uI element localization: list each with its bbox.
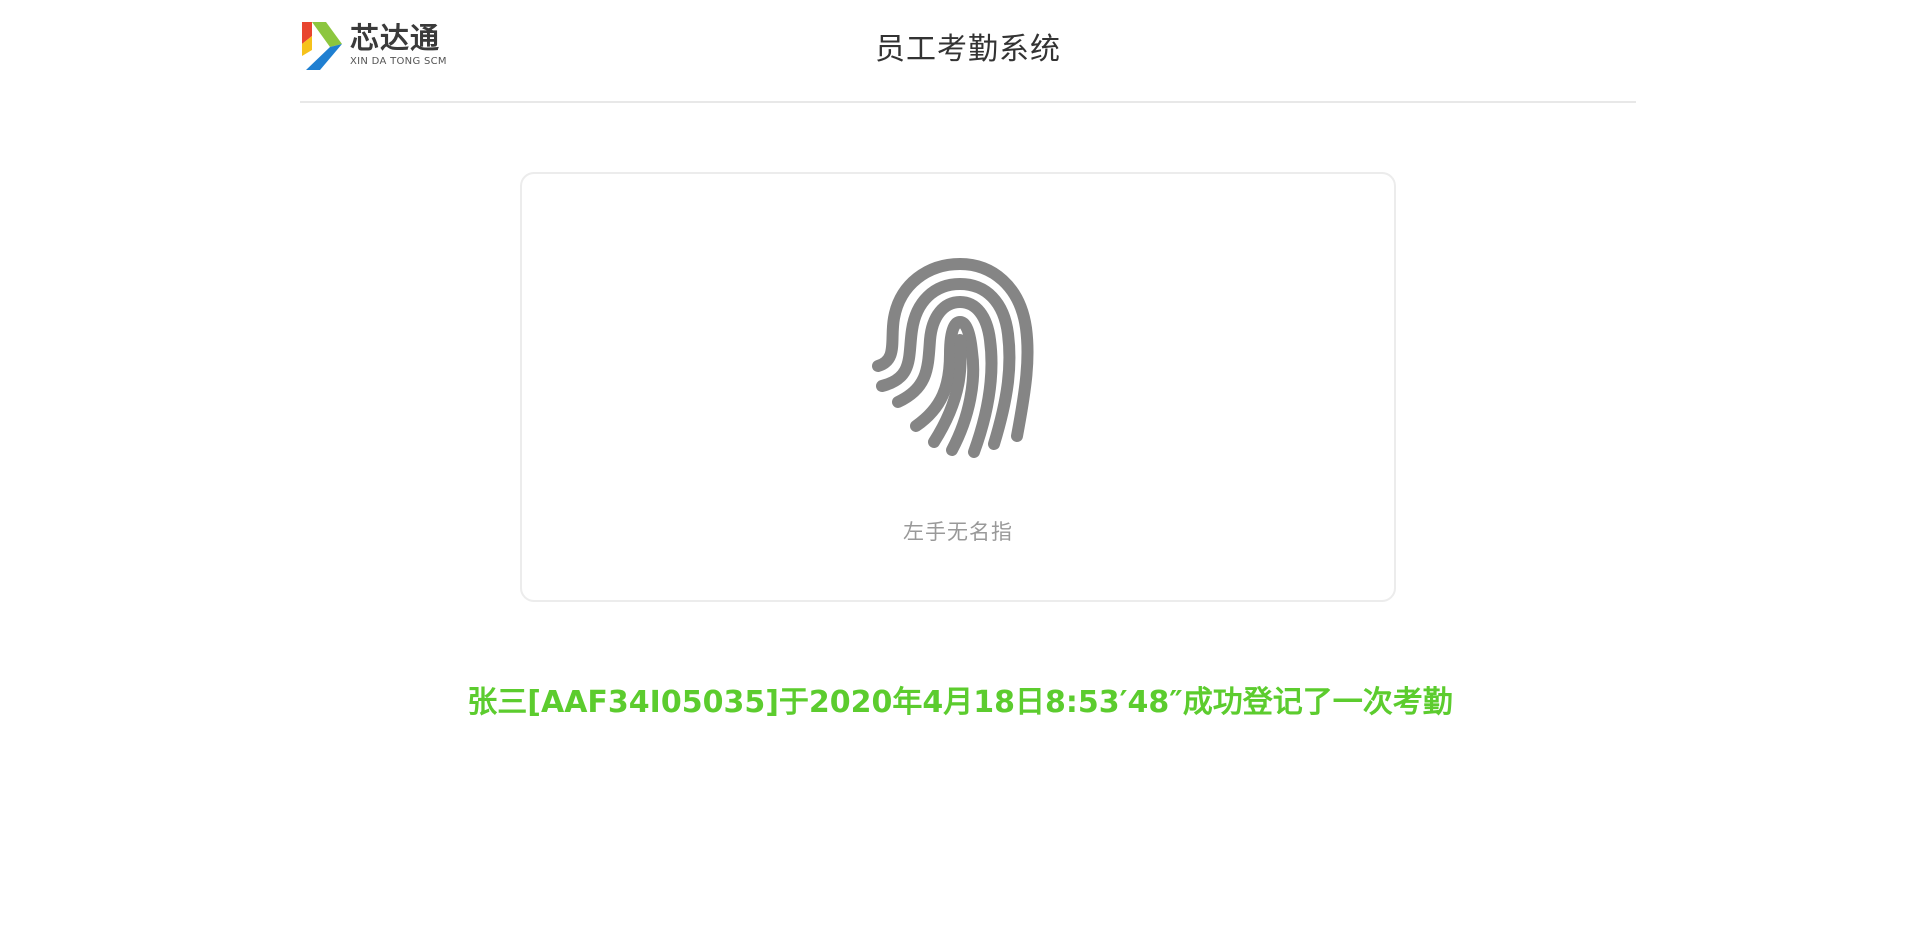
finger-label: 左手无名指: [903, 520, 1013, 544]
header: 芯达通 XIN DA TONG SCM 员工考勤系统: [300, 0, 1636, 103]
fingerprint-icon: [872, 258, 1034, 458]
attendance-result-message: 张三[AAF34I05035]于2020年4月18日8:53′48″成功登记了一…: [467, 685, 1453, 720]
fingerprint-scan-card: 左手无名指: [520, 172, 1396, 602]
attendance-page: 芯达通 XIN DA TONG SCM 员工考勤系统 左手无名指 张三[AAF3…: [0, 0, 1920, 944]
page-title: 员工考勤系统: [875, 32, 1061, 67]
